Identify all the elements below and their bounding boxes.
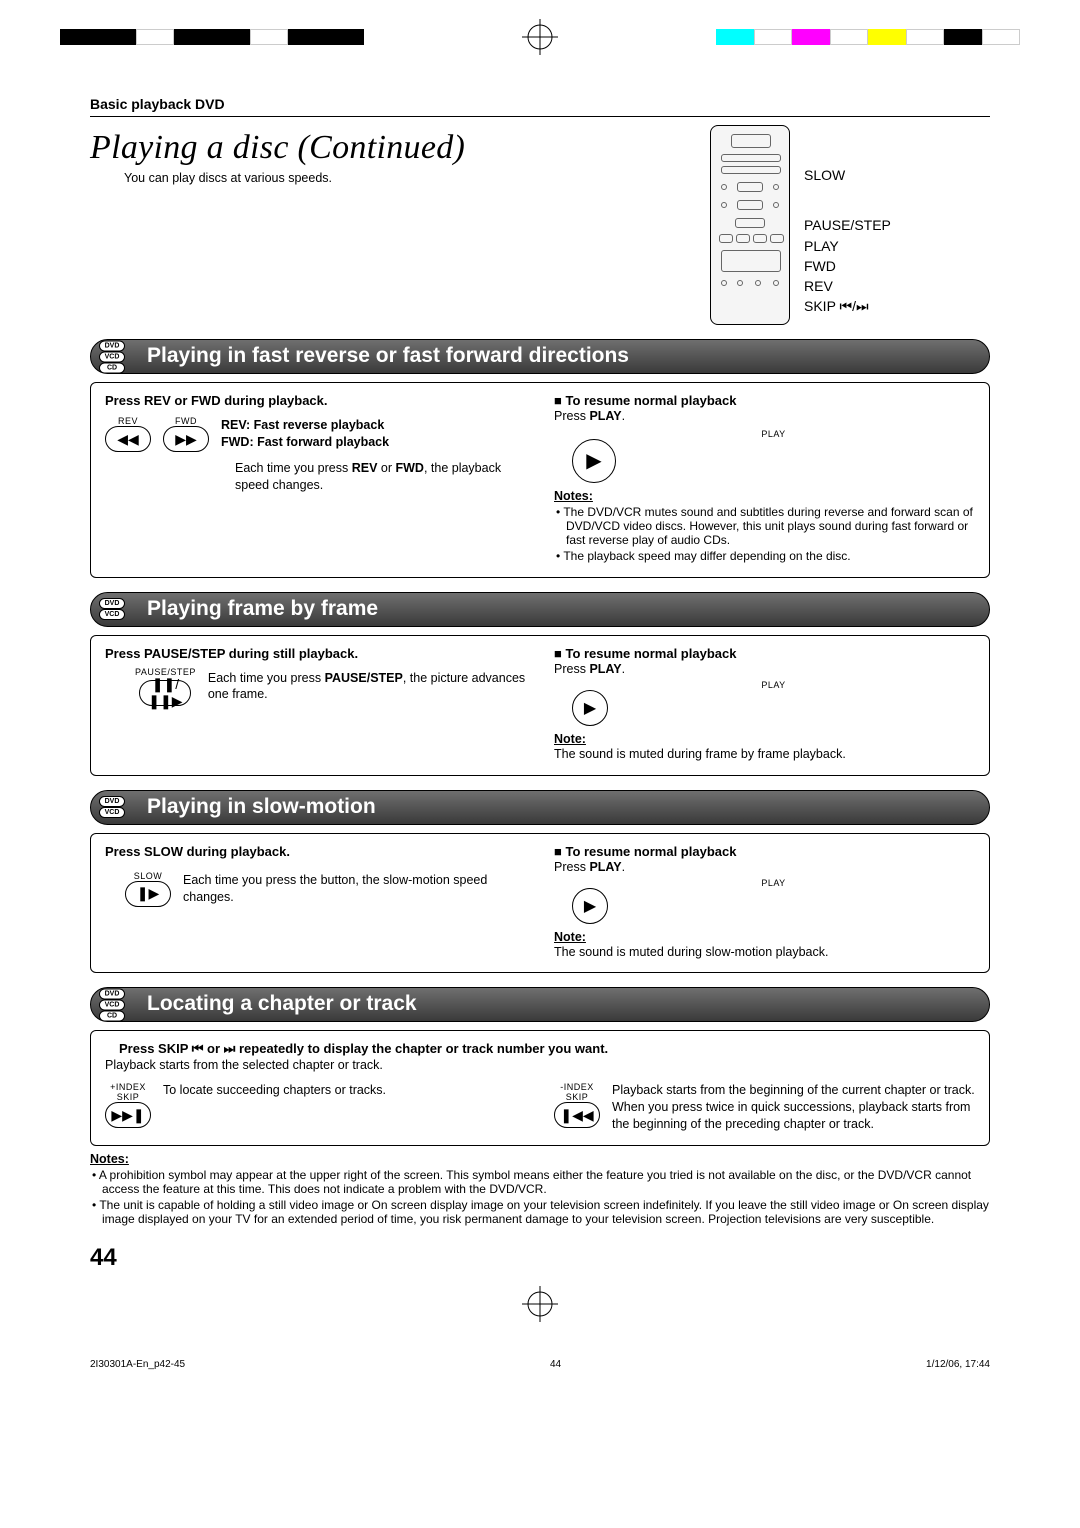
slow-button-icon: ❚▶: [125, 881, 171, 907]
section-box-locate: Press SKIP ⏮ or ⏭ repeatedly to display …: [90, 1030, 990, 1146]
remote-label: REV: [804, 276, 891, 296]
section-heading-fast: DVD VCD CD Playing in fast reverse or fa…: [90, 339, 990, 374]
section-heading-locate: DVD VCD CD Locating a chapter or track: [90, 987, 990, 1022]
badge-cd: CD: [99, 1010, 125, 1021]
rev-button-icon: ◀◀: [105, 426, 151, 452]
instruction: Press SLOW during playback.: [105, 844, 526, 859]
badge-vcd: VCD: [99, 807, 125, 818]
instruction: Press SKIP ⏮ or ⏭ repeatedly to display …: [119, 1041, 975, 1057]
section-box-fast: Press REV or FWD during playback. REV ◀◀…: [90, 382, 990, 578]
resume-heading: To resume normal playback: [554, 393, 975, 408]
divider: [90, 116, 990, 117]
note-item: The DVD/VCR mutes sound and subtitles du…: [566, 505, 975, 547]
remote-label: SKIP ⏮/⏭: [804, 296, 891, 316]
page-number: 44: [90, 1244, 990, 1272]
footer: 2I30301A-En_p42-45 44 1/12/06, 17:44: [0, 1339, 1080, 1376]
play-button-icon: ▶: [572, 439, 616, 483]
pause-step-button-icon: ❚❚/❚❚▶: [139, 680, 191, 706]
breadcrumb: Basic playback DVD: [90, 96, 990, 112]
resume-heading: To resume normal playback: [554, 646, 975, 661]
footer-page: 44: [550, 1359, 561, 1370]
badge-vcd: VCD: [99, 351, 125, 362]
badge-dvd: DVD: [99, 988, 125, 999]
skip-back-button-icon: ❚◀◀: [554, 1102, 600, 1128]
badge-dvd: DVD: [99, 340, 125, 351]
remote-label: PAUSE/STEP: [804, 215, 891, 235]
skip-forward-button-icon: ▶▶❚: [105, 1102, 151, 1128]
badge-dvd: DVD: [99, 796, 125, 807]
footer-date: 1/12/06, 17:44: [926, 1359, 990, 1370]
badge-cd: CD: [99, 362, 125, 373]
footer-file: 2I30301A-En_p42-45: [90, 1359, 185, 1370]
badge-vcd: VCD: [99, 999, 125, 1010]
note-item: A prohibition symbol may appear at the u…: [102, 1168, 990, 1196]
remote-label: FWD: [804, 256, 891, 276]
resume-heading: To resume normal playback: [554, 844, 975, 859]
section-box-slow: Press SLOW during playback. SLOW ❚▶ Each…: [90, 833, 990, 974]
play-button-icon: ▶: [572, 888, 608, 924]
section-box-frame: Press PAUSE/STEP during still playback. …: [90, 635, 990, 776]
note-item: The unit is capable of holding a still v…: [102, 1198, 990, 1226]
section-heading-slow: DVD VCD Playing in slow-motion: [90, 790, 990, 825]
play-button-icon: ▶: [572, 690, 608, 726]
fwd-button-icon: ▶▶: [163, 426, 209, 452]
note-item: The playback speed may differ depending …: [566, 549, 975, 563]
instruction: Press REV or FWD during playback.: [105, 393, 526, 408]
instruction: Press PAUSE/STEP during still playback.: [105, 646, 526, 661]
remote-label: PLAY: [804, 236, 891, 256]
registration-bar: [0, 12, 1080, 62]
crosshair-icon: [0, 1284, 1080, 1327]
remote-diagram: SLOW PAUSE/STEP PLAY FWD REV SKIP ⏮/⏭: [710, 125, 990, 325]
badge-dvd: DVD: [99, 598, 125, 609]
crosshair-icon: [520, 17, 560, 57]
section-heading-frame: DVD VCD Playing frame by frame: [90, 592, 990, 627]
badge-vcd: VCD: [99, 609, 125, 620]
remote-label: SLOW: [804, 165, 891, 185]
